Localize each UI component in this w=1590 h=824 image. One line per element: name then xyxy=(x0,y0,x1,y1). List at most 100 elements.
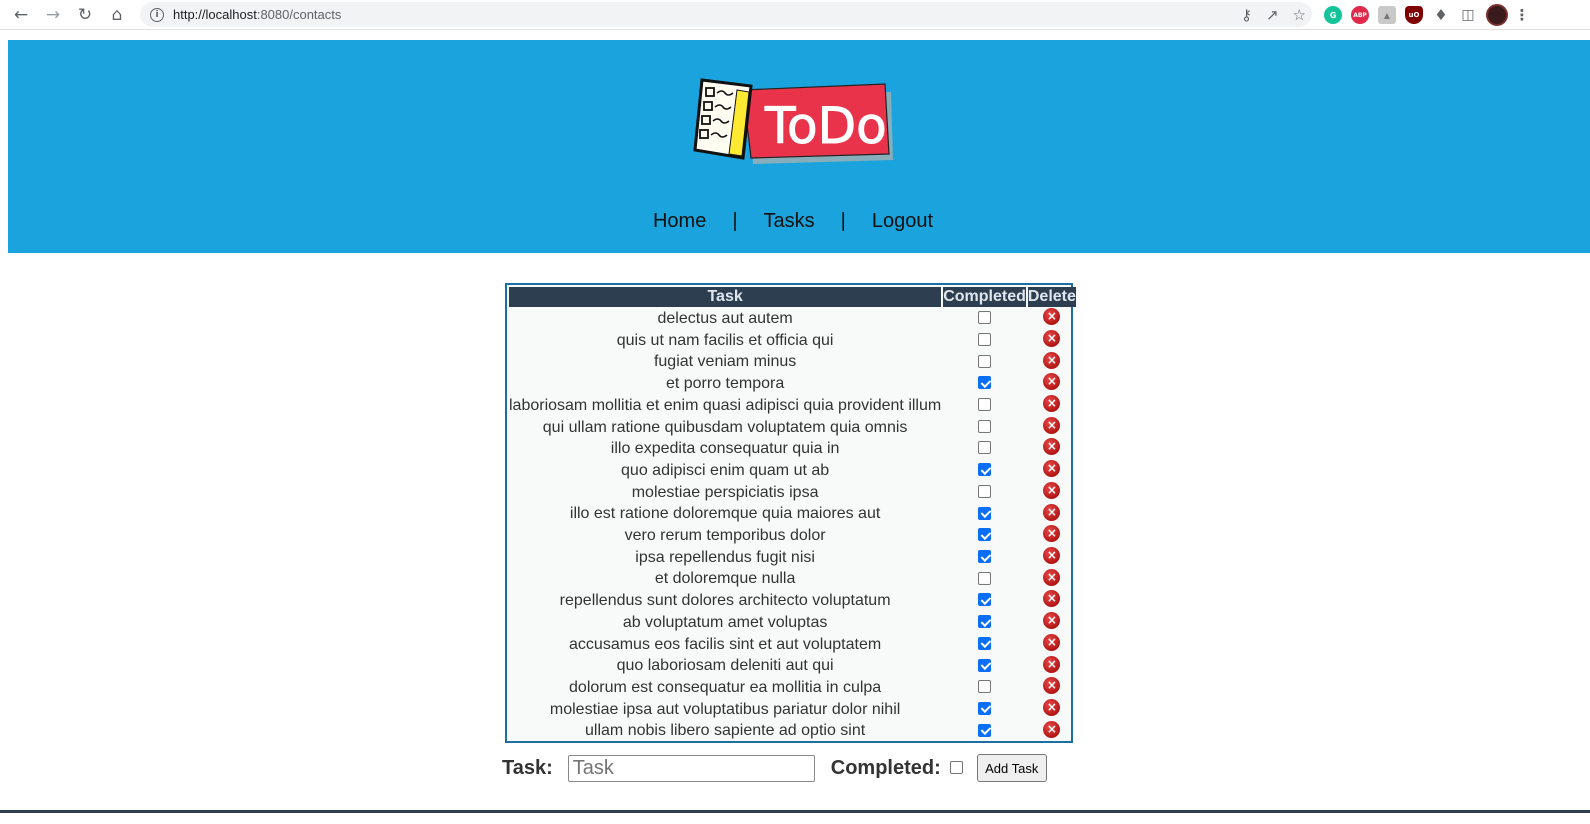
completed-checkbox[interactable] xyxy=(978,463,992,477)
completed-checkbox[interactable] xyxy=(978,506,992,520)
nav-home-link[interactable]: Home xyxy=(653,210,706,233)
task-cell: et doloremque nulla xyxy=(654,570,796,588)
completed-cell xyxy=(943,613,1026,633)
completed-checkbox[interactable] xyxy=(978,354,992,368)
add-task-button[interactable]: Add Task xyxy=(976,754,1047,782)
completed-cell xyxy=(943,396,1026,416)
delete-x-icon[interactable]: × xyxy=(1043,460,1061,478)
completed-checkbox[interactable] xyxy=(949,760,963,774)
completed-checkbox[interactable] xyxy=(978,441,992,455)
completed-cell xyxy=(943,504,1026,524)
delete-x-icon[interactable]: × xyxy=(1043,677,1061,695)
delete-x-icon[interactable]: × xyxy=(1043,329,1061,347)
kebab-menu-icon[interactable]: ⋮ xyxy=(1515,6,1530,24)
delete-column-header: Delete xyxy=(1027,287,1076,307)
nav-tasks-link[interactable]: Tasks xyxy=(764,210,815,233)
completed-checkbox[interactable] xyxy=(978,571,992,585)
completed-checkbox[interactable] xyxy=(978,615,992,629)
task-cell: fugiat veniam minus xyxy=(653,353,797,371)
delete-x-icon[interactable]: × xyxy=(1043,655,1061,673)
completed-cell xyxy=(943,678,1026,698)
task-cell: molestiae perspiciatis ipsa xyxy=(631,483,819,501)
completed-cell xyxy=(943,591,1026,611)
url-text[interactable]: http://localhost:8080/contacts xyxy=(173,7,341,22)
delete-cell: × xyxy=(1028,460,1076,481)
table-row: ipsa repellendus fugit nisi × xyxy=(509,547,1076,568)
delete-x-icon[interactable]: × xyxy=(1043,308,1061,326)
back-arrow-icon[interactable]: ← xyxy=(5,0,37,30)
completed-checkbox[interactable] xyxy=(978,419,992,433)
delete-x-icon[interactable]: × xyxy=(1043,481,1061,499)
completed-checkbox[interactable] xyxy=(978,311,992,325)
footer-divider xyxy=(0,810,1590,813)
completed-cell xyxy=(943,548,1026,568)
completed-column-header: Completed xyxy=(943,287,1026,307)
grammarly-extension-icon[interactable]: G xyxy=(1324,6,1342,24)
task-input[interactable] xyxy=(567,754,815,782)
info-icon[interactable]: i xyxy=(150,7,164,22)
delete-x-icon[interactable]: × xyxy=(1043,633,1061,651)
delete-cell: × xyxy=(1028,568,1076,589)
delete-cell: × xyxy=(1028,351,1076,372)
completed-cell xyxy=(943,352,1026,372)
side-panel-icon[interactable]: ◫ xyxy=(1459,6,1477,24)
completed-cell xyxy=(943,331,1026,351)
home-icon[interactable]: ⌂ xyxy=(101,0,133,30)
nav-separator: | xyxy=(732,210,738,232)
task-label: Task: xyxy=(502,756,553,779)
completed-checkbox[interactable] xyxy=(978,658,992,672)
delete-x-icon[interactable]: × xyxy=(1043,568,1061,586)
nav-logout-link[interactable]: Logout xyxy=(872,210,933,233)
table-row: dolorum est consequatur ea mollitia in c… xyxy=(509,677,1076,698)
delete-x-icon[interactable]: × xyxy=(1043,373,1061,391)
delete-cell: × xyxy=(1028,655,1076,676)
task-cell: delectus aut autem xyxy=(657,310,793,327)
completed-checkbox[interactable] xyxy=(978,484,992,498)
task-table: Task Completed Delete delectus aut autem… xyxy=(507,285,1078,743)
reload-icon[interactable]: ↻ xyxy=(69,0,101,30)
extensions-puzzle-icon[interactable]: ♦ xyxy=(1432,6,1450,24)
delete-x-icon[interactable]: × xyxy=(1043,698,1061,716)
forward-arrow-icon[interactable]: → xyxy=(37,0,69,30)
completed-checkbox[interactable] xyxy=(978,636,992,650)
address-bar[interactable]: i http://localhost:8080/contacts ⚷ ↗ ☆ xyxy=(140,2,1312,27)
completed-checkbox[interactable] xyxy=(978,398,992,412)
site-header: ToDo Home | Tasks | Logout xyxy=(8,40,1590,253)
delete-x-icon[interactable]: × xyxy=(1043,416,1061,434)
delete-x-icon[interactable]: × xyxy=(1043,720,1061,738)
table-row: ullam nobis libero sapiente ad optio sin… xyxy=(509,720,1076,741)
delete-x-icon[interactable]: × xyxy=(1043,612,1061,630)
completed-checkbox[interactable] xyxy=(978,332,992,346)
nav-separator: | xyxy=(840,210,846,232)
completed-checkbox[interactable] xyxy=(978,701,992,715)
task-table-container: Task Completed Delete delectus aut autem… xyxy=(505,283,1076,743)
delete-cell: × xyxy=(1028,590,1076,611)
completed-checkbox[interactable] xyxy=(978,723,992,737)
table-row: molestiae perspiciatis ipsa × xyxy=(509,481,1076,503)
task-table-body: delectus aut autem × quis ut nam facilis e… xyxy=(509,308,1076,741)
task-cell: quo adipisci enim quam ut ab xyxy=(621,461,830,479)
delete-x-icon[interactable]: × xyxy=(1043,438,1061,456)
profile-avatar[interactable] xyxy=(1486,4,1508,26)
delete-x-icon[interactable]: × xyxy=(1043,351,1061,369)
completed-checkbox[interactable] xyxy=(978,550,992,563)
completed-checkbox[interactable] xyxy=(978,680,992,694)
delete-x-icon[interactable]: × xyxy=(1043,503,1061,521)
completed-checkbox[interactable] xyxy=(978,593,992,607)
star-icon[interactable]: ☆ xyxy=(1293,6,1306,24)
ublock-extension-icon[interactable]: uO xyxy=(1405,6,1423,24)
delete-x-icon[interactable]: × xyxy=(1043,395,1061,413)
delete-x-icon[interactable]: × xyxy=(1043,525,1061,543)
key-icon[interactable]: ⚷ xyxy=(1241,6,1252,24)
task-cell: illo expedita consequatur quia in xyxy=(610,440,840,458)
completed-cell xyxy=(943,700,1026,720)
delete-x-icon[interactable]: × xyxy=(1043,547,1061,564)
delete-x-icon[interactable]: × xyxy=(1043,590,1061,608)
table-row: accusamus eos facilis sint et aut volupt… xyxy=(509,633,1076,655)
completed-checkbox[interactable] xyxy=(978,528,992,542)
share-icon[interactable]: ↗ xyxy=(1266,6,1279,24)
adblock-extension-icon[interactable]: ABP xyxy=(1351,6,1369,24)
ghostery-extension-icon[interactable]: ▲ xyxy=(1378,6,1396,24)
completed-cell xyxy=(943,374,1026,394)
completed-checkbox[interactable] xyxy=(978,376,992,390)
